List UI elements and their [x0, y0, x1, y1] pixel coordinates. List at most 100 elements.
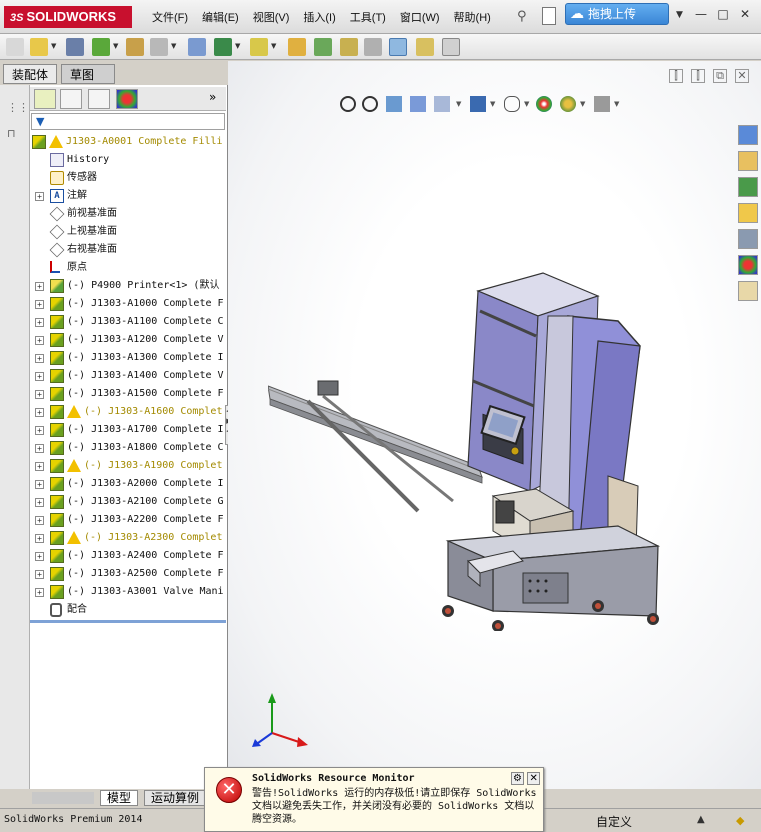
tree-node[interactable]: 前视基准面	[30, 205, 226, 223]
expand-icon[interactable]: +	[35, 534, 44, 543]
tree-node[interactable]: + (-) J1303-A1200 Complete V	[30, 331, 226, 349]
tab-model[interactable]: 模型	[100, 790, 139, 806]
view-settings-icon[interactable]	[442, 38, 460, 56]
tree-node[interactable]: 右视基准面	[30, 241, 226, 259]
tree-node[interactable]: + (-) J1303-A1800 Complete C	[30, 439, 226, 457]
expand-icon[interactable]: +	[35, 480, 44, 489]
tree-node[interactable]: + (-) J1303-A2500 Complete F	[30, 565, 226, 583]
view-orientation-dropdown-icon[interactable]: ▼	[456, 100, 461, 108]
pin-icon[interactable]: ⚲	[517, 9, 527, 24]
menu-help[interactable]: 帮助(H)	[447, 9, 498, 25]
tree-node[interactable]: 传感器	[30, 169, 226, 187]
layout-icon[interactable]	[314, 38, 332, 56]
tree-node[interactable]: + (-) J1303-A2200 Complete F	[30, 511, 226, 529]
save-icon[interactable]	[66, 38, 84, 56]
sidebar-grip-icon[interactable]: ⋮⋮	[7, 101, 29, 115]
section-view-icon[interactable]	[410, 96, 426, 112]
expand-icon[interactable]: +	[35, 390, 44, 399]
feature-tree-tab-icon[interactable]	[34, 89, 56, 109]
view-settings-dropdown-icon[interactable]: ▼	[614, 100, 619, 108]
graphics-area[interactable]: ⫿ ⫿ ⧉ ✕ ▼ ▼ ▼ ▼ ▼	[228, 61, 761, 789]
settings-gear-icon[interactable]	[288, 38, 306, 56]
apply-scene-icon[interactable]	[560, 96, 576, 112]
menu-window[interactable]: 窗口(W)	[393, 9, 447, 25]
zoom-to-area-icon[interactable]	[362, 96, 378, 112]
minimize-button[interactable]: —	[692, 6, 710, 22]
menu-file[interactable]: 文件(F)	[145, 9, 195, 25]
filter-icon[interactable]: ▼	[36, 115, 44, 128]
edit-appearance-icon[interactable]	[536, 96, 552, 112]
menu-view[interactable]: 视图(V)	[246, 9, 297, 25]
rebuild-icon[interactable]	[188, 38, 206, 56]
tree-node[interactable]: + (-) J1303-A2300 Complet	[30, 529, 226, 547]
undo-dropdown-icon[interactable]: ▼	[171, 42, 176, 50]
home-icon[interactable]	[738, 151, 758, 171]
hide-show-dropdown-icon[interactable]: ▼	[524, 100, 529, 108]
tree-node[interactable]: + (-) J1303-A1100 Complete C	[30, 313, 226, 331]
restore-icon[interactable]: ⧉	[713, 69, 727, 83]
tree-node[interactable]: + (-) J1303-A2400 Complete F	[30, 547, 226, 565]
filter-bar[interactable]: ▼	[31, 113, 225, 130]
options-icon[interactable]	[250, 38, 268, 56]
select-icon[interactable]	[389, 38, 407, 56]
popup-close-icon[interactable]: ✕	[527, 772, 541, 785]
sidebar-step-icon[interactable]: ⊓	[7, 127, 23, 141]
new-document-icon[interactable]	[542, 7, 556, 25]
split-left-icon[interactable]: ⫿	[669, 69, 683, 83]
solidworks-logo[interactable]: 3S SOLIDWORKS	[4, 6, 132, 28]
assembly-component-icon[interactable]	[92, 38, 110, 56]
expand-icon[interactable]: +	[35, 282, 44, 291]
view-orientation-icon[interactable]	[434, 96, 450, 112]
expand-icon[interactable]: +	[35, 192, 44, 201]
display-style-dropdown-icon[interactable]: ▼	[490, 100, 495, 108]
menu-edit[interactable]: 编辑(E)	[195, 9, 246, 25]
tab-scroll-arrows[interactable]	[32, 792, 94, 804]
expand-icon[interactable]: +	[35, 516, 44, 525]
previous-view-icon[interactable]	[386, 96, 402, 112]
file-explorer-icon[interactable]	[738, 203, 758, 223]
tree-node[interactable]: + (-) J1303-A2000 Complete I	[30, 475, 226, 493]
maximize-button[interactable]: □	[714, 6, 732, 22]
units-selector[interactable]: 自定义	[596, 813, 632, 830]
expand-icon[interactable]: +	[35, 570, 44, 579]
display-manager-tab-icon[interactable]	[116, 89, 138, 109]
expand-icon[interactable]: +	[35, 300, 44, 309]
close-button[interactable]: ✕	[736, 6, 754, 22]
3d-model-view[interactable]	[268, 261, 688, 631]
expand-icon[interactable]: +	[35, 408, 44, 417]
view-palette-icon[interactable]	[738, 229, 758, 249]
appearances-icon[interactable]	[738, 255, 758, 275]
tree-node[interactable]: + (-) J1303-A1400 Complete V	[30, 367, 226, 385]
expand-icon[interactable]: +	[35, 426, 44, 435]
expand-icon[interactable]: +	[35, 444, 44, 453]
design-library-icon[interactable]	[738, 177, 758, 197]
explode-icon[interactable]	[364, 38, 382, 56]
new-icon[interactable]	[6, 38, 24, 56]
split-right-icon[interactable]: ⫿	[691, 69, 705, 83]
chevron-down-icon[interactable]: ▼	[676, 10, 683, 20]
tree-node[interactable]: + (-) J1303-A1600 Complet	[30, 403, 226, 421]
tree-node[interactable]: + (-) J1303-A1000 Complete F	[30, 295, 226, 313]
expand-icon[interactable]: +	[35, 372, 44, 381]
tree-node[interactable]: + (-) J1303-A1300 Complete I	[30, 349, 226, 367]
expand-icon[interactable]: +	[35, 552, 44, 561]
properties-dropdown-icon[interactable]: ▼	[235, 42, 240, 50]
smart-fastener-icon[interactable]	[340, 38, 358, 56]
property-manager-tab-icon[interactable]	[60, 89, 82, 109]
tree-node[interactable]: + (-) J1303-A1500 Complete F	[30, 385, 226, 403]
menu-tools[interactable]: 工具(T)	[343, 9, 393, 25]
tree-node[interactable]: + (-) J1303-A3001 Valve Mani	[30, 583, 226, 601]
display-style-icon[interactable]	[470, 96, 486, 112]
close-view-icon[interactable]: ✕	[735, 69, 749, 83]
undo-icon[interactable]	[150, 38, 168, 56]
expand-icon[interactable]: +	[35, 588, 44, 597]
custom-properties-icon[interactable]	[738, 281, 758, 301]
expand-icon[interactable]: +	[35, 318, 44, 327]
configuration-manager-tab-icon[interactable]	[88, 89, 110, 109]
tree-node[interactable]: + A 注解	[30, 187, 226, 205]
expand-icon[interactable]: +	[35, 354, 44, 363]
help-icon[interactable]: ◆	[736, 814, 744, 827]
tab-sketch[interactable]: 草图	[61, 64, 115, 84]
assembly-dropdown-icon[interactable]: ▼	[113, 42, 118, 50]
solidworks-resources-icon[interactable]	[738, 125, 758, 145]
